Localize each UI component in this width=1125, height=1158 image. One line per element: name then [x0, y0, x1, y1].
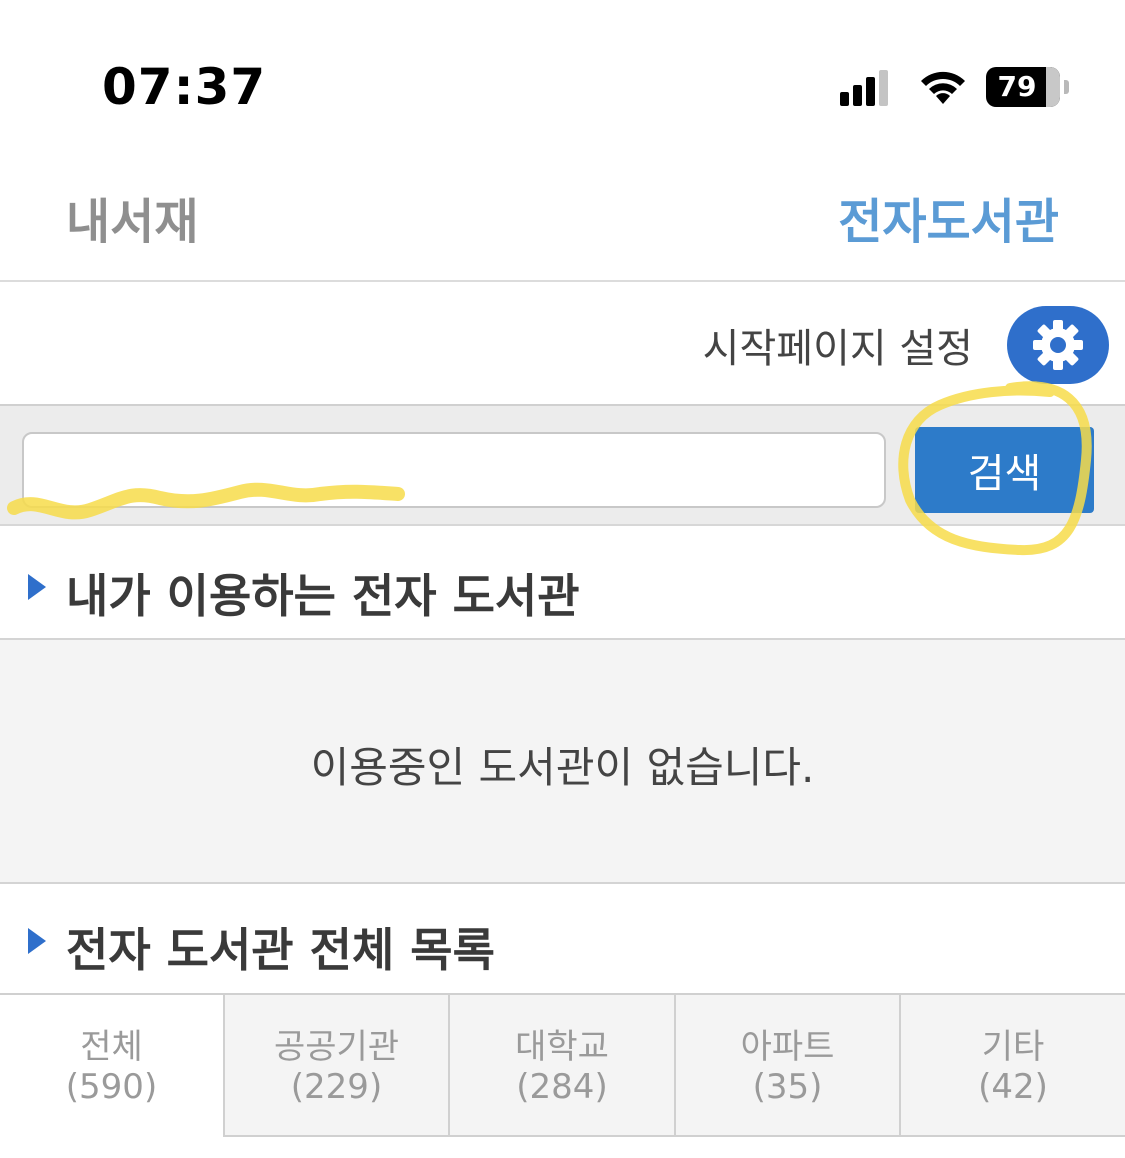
triangle-bullet-icon	[28, 574, 46, 600]
battery-icon: 79	[986, 67, 1060, 107]
tab-label: 아파트	[740, 1027, 835, 1067]
tab-label: 공공기관	[273, 1027, 400, 1067]
search-bar: 검색	[0, 404, 1125, 526]
my-libraries-heading: 내가 이용하는 전자 도서관	[0, 530, 1125, 642]
my-library-tab[interactable]: 내서재	[66, 182, 198, 252]
status-time: 07:37	[102, 58, 267, 116]
all-libraries-title: 전자 도서관 전체 목록	[66, 923, 495, 977]
gear-icon	[1033, 320, 1083, 370]
tab-apartment[interactable]: 아파트 (35)	[676, 995, 901, 1137]
status-bar: 07:37 79	[0, 0, 1125, 150]
search-button[interactable]: 검색	[915, 427, 1094, 513]
tab-other[interactable]: 기타 (42)	[901, 995, 1125, 1137]
tab-count: (590)	[65, 1067, 158, 1107]
wifi-icon	[921, 71, 965, 104]
my-libraries-empty-panel: 이용중인 도서관이 없습니다.	[0, 638, 1125, 884]
tab-university[interactable]: 대학교 (284)	[450, 995, 676, 1137]
tab-label: 기타	[981, 1027, 1045, 1067]
tab-all[interactable]: 전체 (590)	[0, 995, 225, 1137]
start-page-label[interactable]: 시작페이지 설정	[703, 316, 973, 374]
battery-level-text: 79	[997, 70, 1037, 103]
my-libraries-title: 내가 이용하는 전자 도서관	[66, 569, 580, 623]
tab-count: (35)	[752, 1067, 823, 1107]
all-libraries-heading: 전자 도서관 전체 목록	[0, 884, 1125, 996]
tab-count: (284)	[516, 1067, 608, 1107]
tab-public[interactable]: 공공기관 (229)	[225, 995, 450, 1137]
e-library-tab[interactable]: 전자도서관	[838, 182, 1059, 252]
start-page-settings-button[interactable]	[1007, 306, 1109, 384]
start-page-row: 시작페이지 설정	[0, 284, 1125, 404]
tab-label: 대학교	[515, 1027, 609, 1067]
tab-count: (229)	[290, 1067, 383, 1107]
top-header: 내서재 전자도서관	[0, 150, 1125, 282]
tab-label: 전체	[80, 1027, 143, 1067]
empty-message: 이용중인 도서관이 없습니다.	[310, 743, 815, 792]
battery-tip	[1064, 80, 1069, 94]
library-category-tabs: 전체 (590) 공공기관 (229) 대학교 (284) 아파트 (35) 기…	[0, 993, 1125, 1137]
triangle-bullet-icon	[28, 928, 46, 954]
search-input[interactable]	[22, 432, 886, 508]
tab-count: (42)	[978, 1067, 1048, 1107]
signal-icon	[840, 70, 890, 106]
